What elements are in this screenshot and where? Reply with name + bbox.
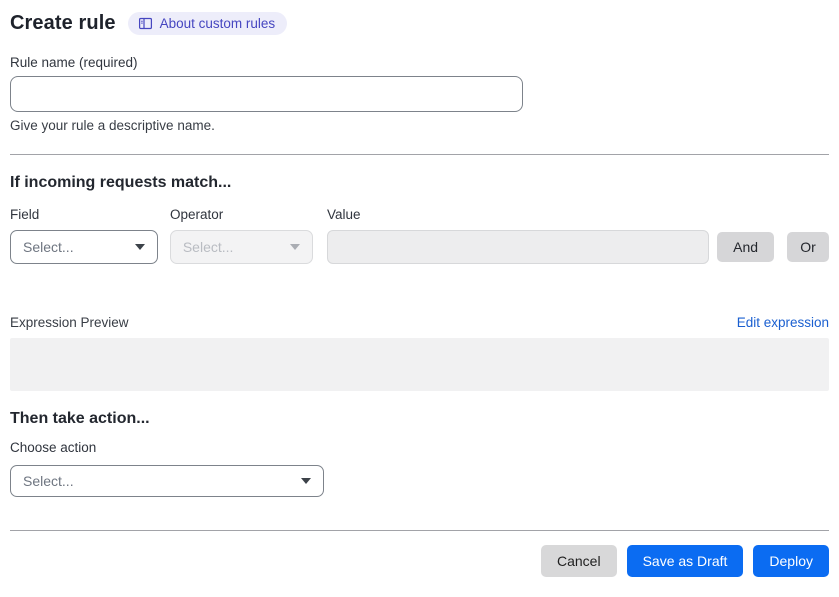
book-icon [138, 16, 153, 31]
match-column-labels: Field Operator Value [10, 207, 829, 222]
rule-name-input[interactable] [10, 76, 523, 112]
edit-expression-link[interactable]: Edit expression [737, 315, 829, 330]
about-badge-label: About custom rules [159, 16, 276, 31]
about-custom-rules-badge[interactable]: About custom rules [127, 12, 288, 35]
expression-preview-box [10, 338, 829, 391]
chevron-down-icon [289, 244, 300, 250]
deploy-button[interactable]: Deploy [753, 545, 829, 577]
rule-name-helper: Give your rule a descriptive name. [10, 118, 215, 133]
page-title: Create rule [10, 12, 116, 34]
or-button[interactable]: Or [787, 232, 829, 262]
field-column-label: Field [10, 207, 40, 222]
footer-actions: Cancel Save as Draft Deploy [10, 545, 829, 577]
operator-column-label: Operator [170, 207, 224, 222]
save-as-draft-button[interactable]: Save as Draft [626, 545, 744, 577]
value-column-label: Value [327, 207, 361, 222]
operator-select[interactable]: Select... [169, 230, 313, 264]
operator-select-value: Select... [182, 239, 234, 255]
cancel-button[interactable]: Cancel [540, 545, 617, 577]
action-select-value: Select... [23, 473, 74, 489]
field-select[interactable]: Select... [10, 230, 158, 264]
rule-name-label: Rule name (required) [10, 55, 138, 70]
section-divider-top [10, 154, 829, 155]
field-select-value: Select... [23, 239, 74, 255]
page-header: Create rule About custom rules [10, 12, 829, 35]
and-button[interactable]: And [717, 232, 775, 262]
action-section-heading: Then take action... [10, 410, 150, 427]
value-input[interactable] [326, 230, 710, 264]
create-rule-page: Create rule About custom rules Rule name… [0, 0, 839, 577]
expression-preview-label: Expression Preview [10, 315, 129, 330]
choose-action-label: Choose action [10, 440, 97, 455]
action-select[interactable]: Select... [10, 465, 324, 497]
match-controls-row: Select... Select... And Or [10, 230, 829, 264]
match-section-heading: If incoming requests match... [10, 174, 232, 191]
expression-preview-row: Expression Preview Edit expression [10, 315, 829, 330]
section-divider-bottom [10, 530, 829, 531]
chevron-down-icon [301, 478, 311, 484]
chevron-down-icon [134, 244, 145, 250]
